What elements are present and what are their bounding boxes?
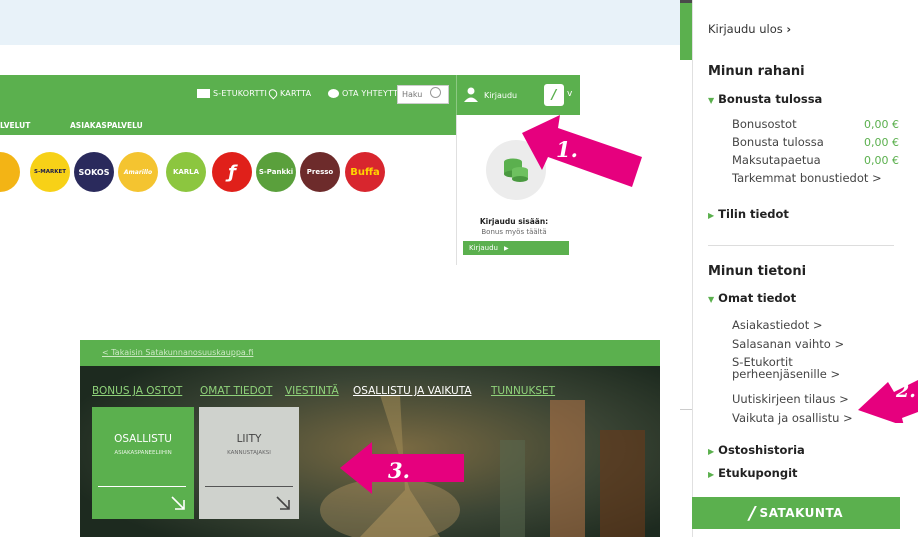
caret-right-icon: ▶ xyxy=(708,211,715,220)
tab-viestinta[interactable]: VIESTINTÄ xyxy=(285,385,339,397)
newsletter-link[interactable]: Uutiskirjeen tilaus > xyxy=(732,392,849,406)
s-etukortti-link[interactable]: S-ETUKORTTI xyxy=(197,89,267,98)
sokos-logo[interactable]: SOKOS xyxy=(74,152,114,192)
nav-item-asiakaspalvelu[interactable]: ASIAKASPALVELU xyxy=(70,121,143,130)
purchase-history-link[interactable]: ▶ Ostoshistoria xyxy=(708,443,805,457)
tab-tunnukset[interactable]: TUNNUKSET xyxy=(491,385,555,397)
section-title-info: Minun tietoni xyxy=(708,264,807,279)
bonus-row-value: 0,00 € xyxy=(864,118,899,131)
tab-bonus-ja-ostot[interactable]: BONUS JA OSTOT xyxy=(92,385,182,397)
card-title: LIITY xyxy=(236,433,262,445)
login-label: Kirjaudu xyxy=(484,91,518,100)
bonus-row-label: Bonusostot xyxy=(732,117,797,131)
bonus-row-label: Bonusta tulossa xyxy=(732,135,824,149)
chat-bubble-icon xyxy=(328,89,339,98)
chain-logo[interactable] xyxy=(0,152,20,192)
account-sidebar: Kirjaudu ulos › Minun rahani ▼ Bonusta t… xyxy=(680,0,908,537)
bonus-row-label: Maksutapaetua xyxy=(732,153,821,167)
s-pankki-logo[interactable]: S-Pankki xyxy=(256,152,296,192)
account-toggle[interactable]: ▶ Tilin tiedot xyxy=(708,207,789,221)
location-pin-icon xyxy=(266,87,280,100)
customer-info-link[interactable]: Asiakastiedot > xyxy=(732,318,823,332)
edge-strip xyxy=(680,0,692,3)
card-title: OSALLISTU xyxy=(114,433,172,445)
card-divider xyxy=(205,486,293,487)
chevron-down-icon[interactable]: v xyxy=(567,89,572,99)
ota-yhteytta-link[interactable]: OTA YHTEYTTÄ xyxy=(328,89,403,98)
callout-label-2: 2. xyxy=(896,380,916,402)
chain-logos: S-MARKET SOKOS Amarillo KARLA ƒ S-Pankki… xyxy=(0,147,450,197)
family-cards-link[interactable]: S-Etukortit perheenjäsenille > xyxy=(732,356,840,380)
site-header-panel: S-ETUKORTTI KARTTA OTA YHTEYTTÄ Kirjaudu… xyxy=(0,75,580,265)
own-info-toggle[interactable]: ▼ Omat tiedot xyxy=(708,291,796,305)
amarillo-logo[interactable]: Amarillo xyxy=(118,152,158,192)
login-subtitle: Bonus myös täältä xyxy=(481,228,547,236)
divider xyxy=(680,409,692,410)
tab-omat-tiedot[interactable]: OMAT TIEDOT xyxy=(200,385,272,397)
divider xyxy=(708,245,894,246)
search-input[interactable] xyxy=(397,85,449,104)
search-icon[interactable] xyxy=(430,87,441,98)
card-divider xyxy=(98,486,186,487)
caret-right-icon: ▶ xyxy=(708,447,715,456)
presso-logo[interactable]: Presso xyxy=(300,152,340,192)
callout-label-1: 1. xyxy=(556,137,578,162)
password-change-link[interactable]: Salasanan vaihto > xyxy=(732,337,844,351)
login-title: Kirjaudu sisään: xyxy=(479,217,549,226)
logout-link[interactable]: Kirjaudu ulos › xyxy=(708,22,791,36)
bonus-toggle[interactable]: ▼ Bonusta tulossa xyxy=(708,92,822,106)
section-title-money: Minun rahani xyxy=(708,64,805,79)
sf-logo[interactable]: ƒ xyxy=(212,152,252,192)
main-nav: LVELUT ASIAKASPALVELU xyxy=(0,115,456,135)
header-band xyxy=(0,0,690,45)
arrow-down-right-icon xyxy=(171,496,185,510)
user-icon xyxy=(464,87,478,102)
card-icon xyxy=(197,89,210,98)
back-link[interactable]: < Takaisin Satakunnanosuuskauppa.fi xyxy=(102,348,253,357)
participate-link[interactable]: Vaikuta ja osallistu > xyxy=(732,411,853,425)
buffa-logo[interactable]: Buffa xyxy=(345,152,385,192)
caret-down-icon: ▼ xyxy=(708,295,715,304)
osallistu-card[interactable]: OSALLISTU ASIAKASPANEELIIHIN xyxy=(92,407,194,519)
chevron-right-icon: ▶ xyxy=(503,244,509,252)
user-menu[interactable]: Kirjaudu / v xyxy=(456,75,580,115)
caret-right-icon: ▶ xyxy=(708,470,715,479)
bonus-row-value: 0,00 € xyxy=(864,154,899,167)
callout-label-3: 3. xyxy=(388,458,410,483)
bonus-details-link[interactable]: Tarkemmat bonustiedot > xyxy=(732,171,882,185)
s-logo-icon: / xyxy=(748,502,756,524)
login-button[interactable]: Kirjaudu ▶ xyxy=(463,241,569,255)
kartta-link[interactable]: KARTTA xyxy=(266,87,311,100)
membership-panel: < Takaisin Satakunnanosuuskauppa.fi BONU… xyxy=(80,340,660,537)
back-bar: < Takaisin Satakunnanosuuskauppa.fi xyxy=(80,340,660,366)
bonus-row-value: 0,00 € xyxy=(864,136,899,149)
tab-osallistu-ja-vaikuta[interactable]: OSALLISTU JA VAIKUTA xyxy=(353,385,472,397)
divider xyxy=(692,0,693,537)
green-edge xyxy=(680,0,692,60)
card-subtitle: KANNUSTAJAKSI xyxy=(227,450,271,456)
coupons-link[interactable]: ▶ Etukupongit xyxy=(708,466,798,480)
caret-down-icon: ▼ xyxy=(708,96,715,105)
callout-arrow-1 xyxy=(522,115,642,187)
s-logo-icon: / xyxy=(544,84,564,106)
s-market-logo[interactable]: S-MARKET xyxy=(30,152,70,192)
brand-name: SATAKUNTA xyxy=(759,506,844,520)
satakunta-footer: / SATAKUNTA xyxy=(692,497,900,529)
card-subtitle: ASIAKASPANEELIIHIN xyxy=(114,450,172,456)
nav-item-palvelut[interactable]: LVELUT xyxy=(0,121,30,130)
arrow-down-right-icon xyxy=(276,496,290,510)
karla-logo[interactable]: KARLA xyxy=(166,152,206,192)
liity-card[interactable]: LIITY KANNUSTAJAKSI xyxy=(199,407,299,519)
